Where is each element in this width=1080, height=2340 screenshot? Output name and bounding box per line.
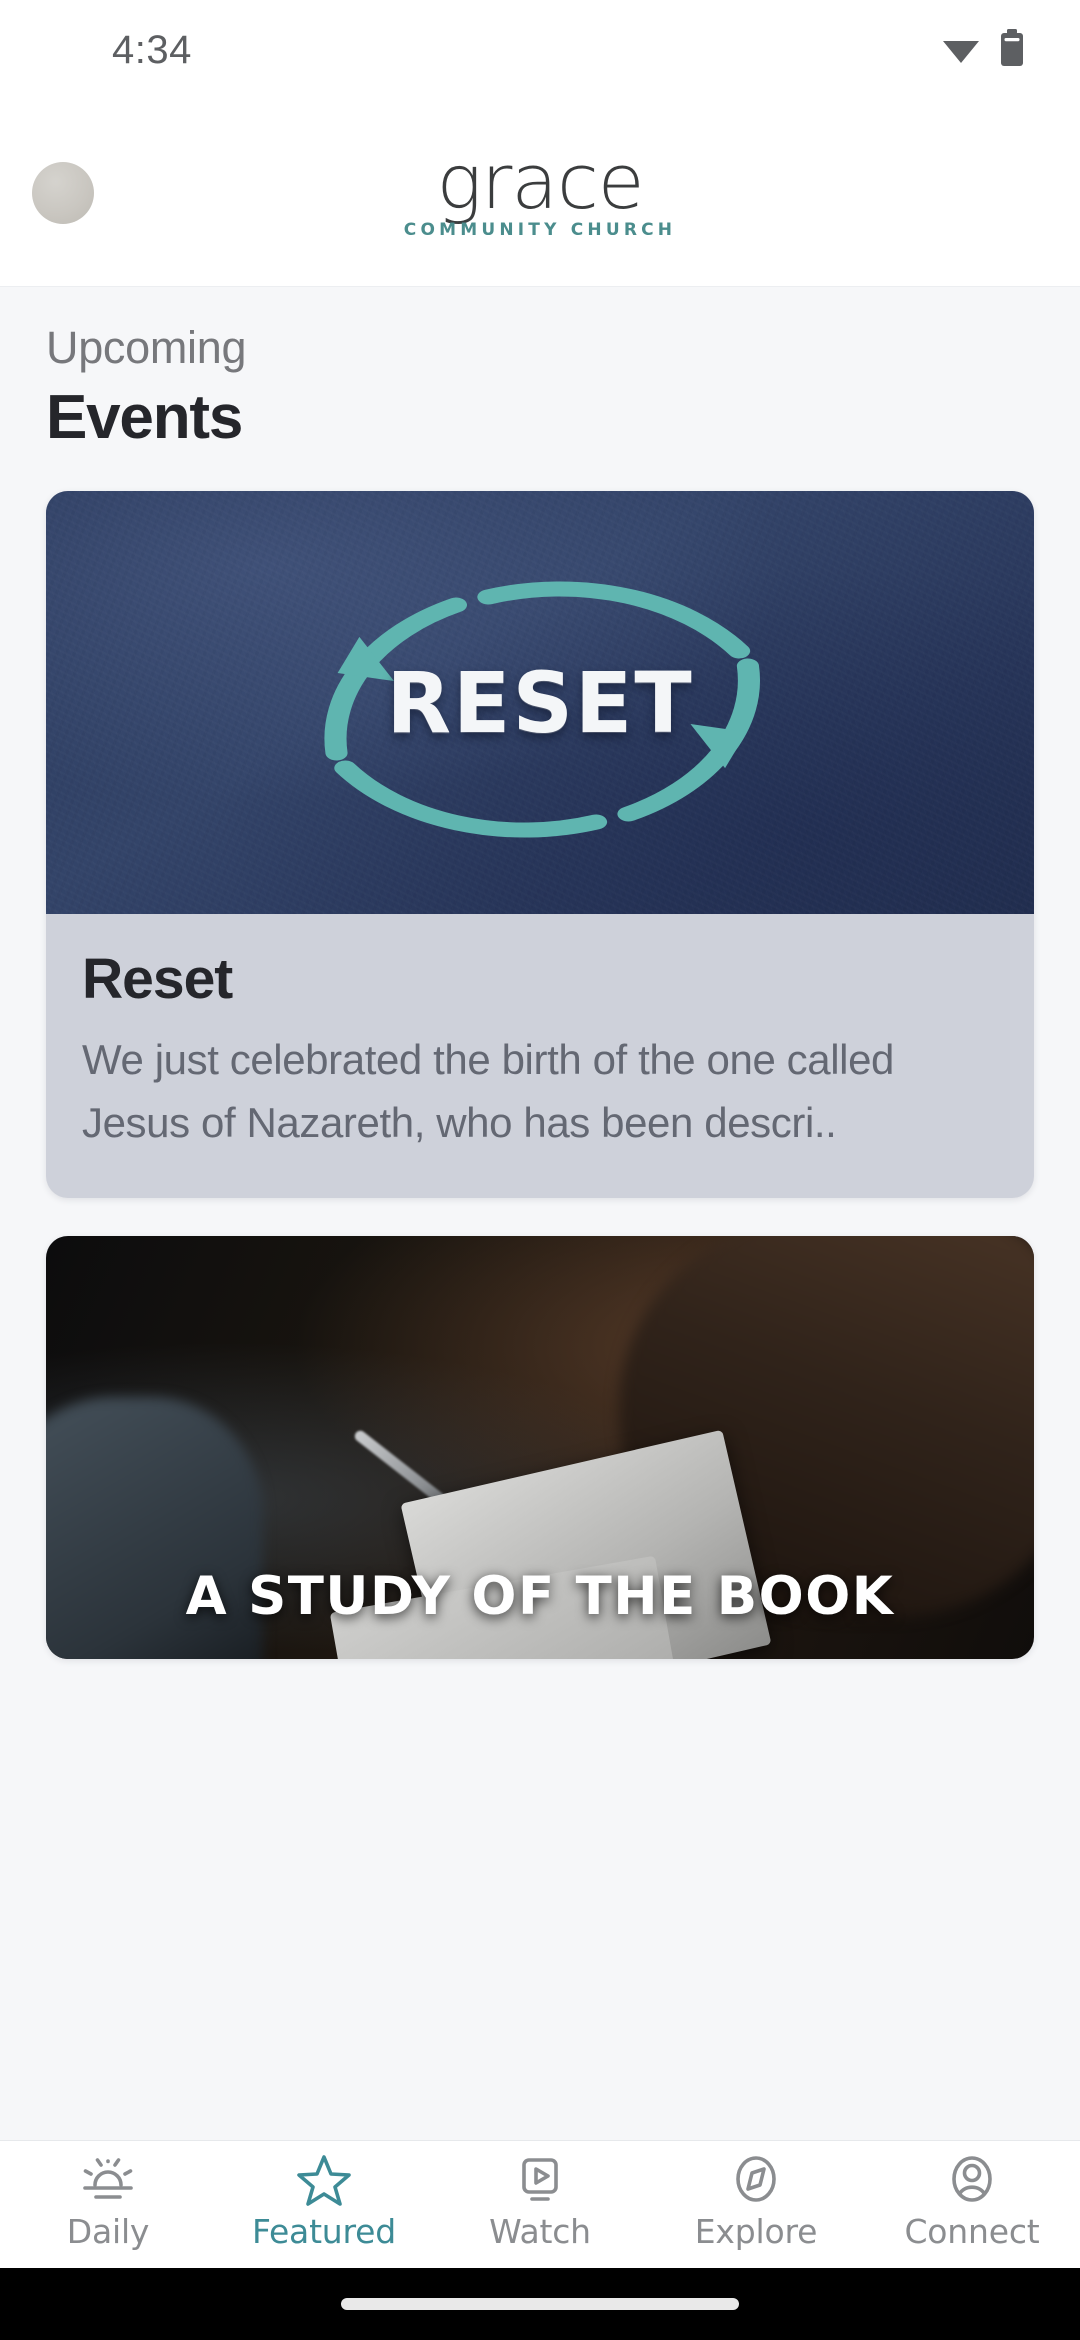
avatar[interactable] (32, 162, 94, 224)
app-header: grace COMMUNITY CHURCH (0, 100, 1080, 287)
event-card[interactable]: RESET Reset We just celebrated the birth… (46, 491, 1034, 1198)
compass-icon (730, 2154, 782, 2206)
content-scroll[interactable]: Upcoming Events RESET Reset We just cele… (0, 287, 1080, 2140)
status-time: 4:34 (112, 27, 192, 72)
person-icon (946, 2154, 998, 2206)
tab-featured[interactable]: Featured (216, 2141, 432, 2251)
section-eyebrow: Upcoming (46, 322, 247, 373)
app-screen: 4:34 grace COMMUNITY CHURCH Upcoming Eve… (0, 0, 1080, 2340)
event-card-hero: A STUDY OF THE BOOK (46, 1235, 1034, 1659)
study-photo: A STUDY OF THE BOOK (46, 1235, 1034, 1659)
sunrise-icon (79, 2154, 137, 2206)
tab-explore[interactable]: Explore (648, 2141, 864, 2251)
event-card-hero: RESET (46, 491, 1034, 914)
home-indicator[interactable] (341, 2298, 739, 2310)
tab-label-featured: Featured (251, 2212, 397, 2251)
battery-icon (999, 28, 1025, 72)
wifi-icon (941, 32, 981, 69)
event-card[interactable]: A STUDY OF THE BOOK (46, 1235, 1034, 1659)
tab-watch[interactable]: Watch (432, 2141, 648, 2251)
event-card-title: Reset (82, 947, 233, 1011)
home-indicator-bar (0, 2268, 1080, 2340)
video-icon (514, 2154, 566, 2206)
brand-wordmark: grace (436, 136, 645, 226)
status-indicators (941, 28, 1025, 72)
reset-hero-text: RESET (386, 653, 694, 752)
tab-connect[interactable]: Connect (864, 2141, 1080, 2251)
brand-logo: grace COMMUNITY CHURCH (0, 136, 1080, 241)
tab-daily[interactable]: Daily (0, 2141, 216, 2251)
page-title: Events (46, 383, 243, 452)
tab-label-explore: Explore (694, 2212, 818, 2251)
brand-subtitle: COMMUNITY CHURCH (403, 220, 677, 241)
event-card-description: We just celebrated the birth of the one … (82, 1035, 895, 1146)
star-icon (297, 2154, 351, 2206)
tab-label-connect: Connect (904, 2212, 1040, 2251)
study-hero-text: A STUDY OF THE BOOK (185, 1565, 895, 1627)
tab-label-watch: Watch (489, 2212, 591, 2251)
reset-artwork: RESET (46, 491, 1034, 914)
tab-label-daily: Daily (66, 2212, 150, 2251)
status-bar: 4:34 (0, 0, 1080, 100)
bottom-navigation: Daily Featured Watch Explore Connect (0, 2140, 1080, 2268)
event-card-body: Reset We just celebrated the birth of th… (46, 914, 1034, 1198)
